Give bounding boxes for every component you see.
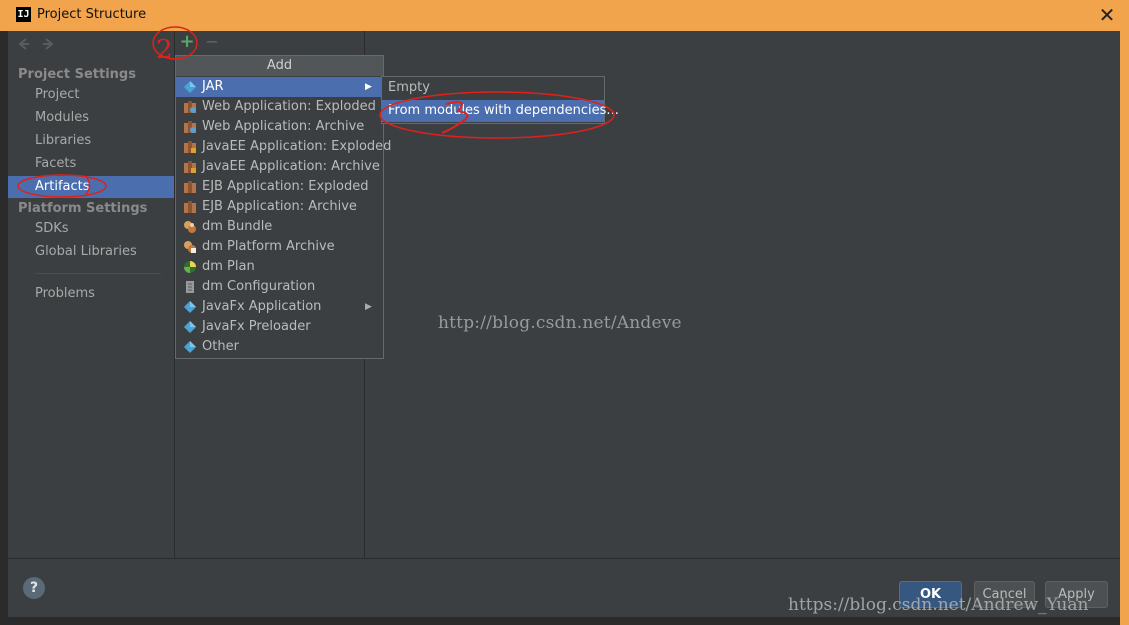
- forward-arrow-icon[interactable]: [40, 36, 56, 52]
- project-settings-heading: Project Settings: [18, 67, 136, 82]
- sidebar-item-problems[interactable]: Problems: [8, 283, 174, 305]
- dm-config-icon: [186, 281, 194, 293]
- sidebar-item-modules[interactable]: Modules: [8, 107, 174, 129]
- dm-platform-icon: [184, 241, 196, 253]
- window-right-edge: [1120, 31, 1129, 625]
- menu-item-javaee-application-archive[interactable]: JavaEE Application: Archive: [176, 157, 383, 177]
- sidebar-item-artifacts[interactable]: Artifacts: [8, 176, 174, 198]
- menu-item-label: JavaEE Application: Exploded: [202, 139, 392, 154]
- menu-item-label: JavaEE Application: Archive: [202, 159, 380, 174]
- menu-item-label: Web Application: Archive: [202, 119, 365, 134]
- menu-item-label: dm Bundle: [202, 219, 273, 234]
- platform-settings-heading: Platform Settings: [18, 201, 148, 216]
- menu-item-label: dm Plan: [202, 259, 255, 274]
- back-arrow-icon[interactable]: [16, 36, 32, 52]
- add-artifact-menu: Add JAR ▶ Web Application: Exploded Web …: [175, 55, 391, 359]
- menu-item-web-application-archive[interactable]: Web Application: Archive: [176, 117, 383, 137]
- menu-item-label: dm Platform Archive: [202, 239, 335, 254]
- menu-item-label: EJB Application: Exploded: [202, 179, 369, 194]
- submenu-arrow-icon: ▶: [365, 302, 372, 312]
- menu-item-label: Other: [202, 339, 239, 354]
- menu-item-jar[interactable]: JAR ▶: [176, 77, 383, 97]
- settings-sidebar: Project Settings Project Modules Librari…: [8, 31, 174, 558]
- menu-item-dm-platform-archive[interactable]: dm Platform Archive: [176, 237, 383, 257]
- menu-item-label: EJB Application: Archive: [202, 199, 357, 214]
- dm-plan-icon: [184, 261, 196, 273]
- javafx-icon: [184, 321, 196, 333]
- menu-item-javafx-preloader[interactable]: JavaFx Preloader: [176, 317, 383, 337]
- menu-item-label: JAR: [202, 79, 224, 94]
- menu-item-dm-bundle[interactable]: dm Bundle: [176, 217, 383, 237]
- jar-icon: [184, 81, 196, 93]
- sidebar-item-facets[interactable]: Facets: [8, 153, 174, 175]
- sidebar-item-libraries[interactable]: Libraries: [8, 130, 174, 152]
- menu-item-javaee-application-exploded[interactable]: JavaEE Application: Exploded: [176, 137, 391, 157]
- menu-item-label: JavaFx Application: [202, 299, 322, 314]
- close-button[interactable]: ✕: [1094, 2, 1120, 28]
- sidebar-item-label: Facets: [35, 156, 77, 171]
- submenu-arrow-icon: ▶: [365, 82, 372, 92]
- sidebar-item-label: Global Libraries: [35, 244, 137, 259]
- sidebar-item-sdks[interactable]: SDKs: [8, 218, 174, 240]
- web-app-icon: [184, 121, 196, 133]
- sidebar-item-label: Problems: [35, 286, 95, 301]
- window-left-edge: [0, 31, 8, 625]
- remove-artifact-button[interactable]: −: [203, 33, 221, 51]
- window-title: Project Structure: [37, 7, 147, 22]
- other-icon: [184, 341, 196, 353]
- web-app-icon: [184, 101, 196, 113]
- menu-item-ejb-application-archive[interactable]: EJB Application: Archive: [176, 197, 383, 217]
- menu-title: Add: [176, 56, 383, 76]
- submenu-item-from-modules[interactable]: From modules with dependencies...: [382, 100, 619, 122]
- intellij-app-icon: IJ: [16, 7, 31, 22]
- submenu-item-label: From modules with dependencies...: [388, 103, 619, 118]
- watermark-text: https://blog.csdn.net/Andrew_Yuan: [788, 595, 1089, 615]
- menu-item-dm-configuration[interactable]: dm Configuration: [176, 277, 383, 297]
- menu-item-javafx-application[interactable]: JavaFx Application ▶: [176, 297, 383, 317]
- add-artifact-button[interactable]: +: [178, 33, 196, 51]
- submenu-item-empty[interactable]: Empty: [382, 77, 604, 99]
- menu-item-label: dm Configuration: [202, 279, 316, 294]
- menu-item-other[interactable]: Other: [176, 337, 383, 357]
- sidebar-item-global-libraries[interactable]: Global Libraries: [8, 241, 174, 263]
- menu-item-web-application-exploded[interactable]: Web Application: Exploded: [176, 97, 383, 117]
- sidebar-item-label: Artifacts: [35, 179, 90, 194]
- javaee-icon: [184, 141, 196, 153]
- javafx-icon: [184, 301, 196, 313]
- menu-item-dm-plan[interactable]: dm Plan: [176, 257, 383, 277]
- window-bottom-edge: [8, 616, 1120, 625]
- watermark-text: http://blog.csdn.net/Andeve: [438, 313, 682, 333]
- ejb-icon: [184, 181, 196, 193]
- help-button[interactable]: ?: [23, 577, 45, 599]
- jar-submenu: Empty From modules with dependencies...: [381, 76, 619, 124]
- title-bar: IJ Project Structure ✕: [0, 0, 1129, 31]
- javaee-icon: [184, 161, 196, 173]
- sidebar-item-project[interactable]: Project: [8, 84, 174, 106]
- dm-bundle-icon: [184, 221, 196, 233]
- sidebar-item-label: Libraries: [35, 133, 92, 148]
- submenu-item-label: Empty: [388, 80, 430, 95]
- project-structure-window: IJ Project Structure ✕ Project Settings …: [0, 0, 1129, 625]
- ejb-icon: [184, 201, 196, 213]
- sidebar-divider: [35, 273, 161, 274]
- sidebar-item-label: SDKs: [35, 221, 69, 236]
- menu-item-label: Web Application: Exploded: [202, 99, 376, 114]
- menu-item-label: JavaFx Preloader: [202, 319, 311, 334]
- sidebar-item-label: Modules: [35, 110, 90, 125]
- menu-item-ejb-application-exploded[interactable]: EJB Application: Exploded: [176, 177, 383, 197]
- sidebar-item-label: Project: [35, 87, 80, 102]
